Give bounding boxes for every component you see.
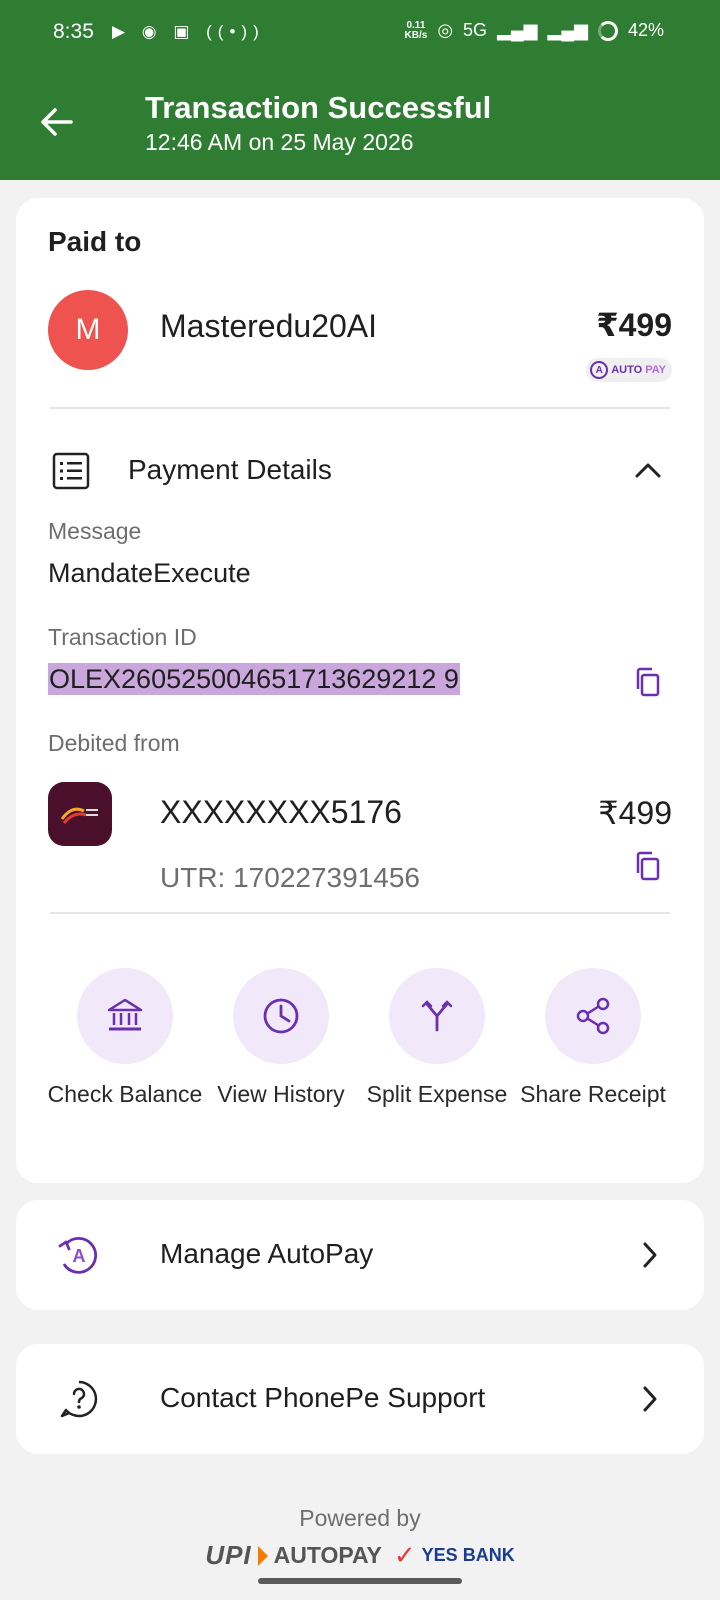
home-indicator[interactable] [258,1578,462,1584]
partner-logos: UPI AUTOPAY ✓ YES BANK [0,1540,720,1571]
message-label: Message [48,518,142,544]
autopay-badge: A AUTO PAY [586,358,672,382]
battery-icon [597,20,618,41]
bank-icon [107,998,143,1031]
signal-icon: ▂▄▆ [497,20,538,40]
check-balance-button[interactable]: Check Balance [47,968,203,1110]
debited-amount: ₹499 [598,795,672,831]
hotspot-icon: ◎ [437,20,454,40]
clock-icon [263,998,299,1034]
divider [50,407,670,409]
copy-icon [636,851,660,881]
share-icon [576,997,610,1035]
quick-actions: Check Balance View History Split Expense [16,968,704,1148]
help-chat-icon [56,1376,102,1422]
yes-bank-tick-icon: ✓ [393,1540,416,1570]
back-button[interactable] [34,100,78,144]
autopay-icon: A [590,361,609,379]
paid-to-heading: Paid to [48,226,142,257]
collapse-details-button[interactable] [626,448,670,492]
upi-arrow-icon [257,1545,268,1566]
autopay-logo: AUTOPAY [273,1542,382,1568]
contact-support-row[interactable]: Contact PhonePe Support [16,1344,704,1454]
chevron-right-icon [628,1233,672,1277]
yes-bank-logo: YES BANK [421,1545,515,1565]
split-icon [421,1000,453,1032]
top-header: 8:35 ▶ ◉ ▣ ((•)) 0.11 KB/s ◎ 5G ▂▄▆ ▂▄▆ … [0,0,720,180]
upi-logo: UPI [205,1540,252,1570]
share-receipt-button[interactable]: Share Receipt [515,968,671,1110]
receipt-list-icon [52,452,90,495]
avatar: M [48,290,128,370]
message-value: MandateExecute [48,558,251,588]
bank-logo [48,782,112,846]
status-bar: 8:35 ▶ ◉ ▣ ((•)) 0.11 KB/s ◎ 5G ▂▄▆ ▂▄▆ … [0,0,720,70]
chevron-up-icon [635,463,661,478]
debited-from-label: Debited from [48,730,180,756]
copy-utr-button[interactable] [625,844,669,888]
contact-support-label: Contact PhonePe Support [160,1382,486,1413]
net-speed: 0.11 KB/s [404,19,428,41]
transaction-datetime: 12:46 AM on 25 May 2026 [145,129,414,155]
arrow-left-icon [41,108,73,136]
transaction-id-value[interactable]: OLEX260525004651713629212 9 [48,663,460,695]
view-history-button[interactable]: View History [203,968,359,1110]
split-expense-button[interactable]: Split Expense [359,968,515,1110]
copy-transaction-id-button[interactable] [625,660,669,704]
page-title: Transaction Successful [145,90,492,125]
payment-details-title: Payment Details [128,454,332,485]
status-right: 0.11 KB/s ◎ 5G ▂▄▆ ▂▄▆ 42% [405,20,664,41]
account-number: XXXXXXXX5176 [160,794,402,830]
signal-icon-2: ▂▄▆ [547,20,588,40]
svg-text:A: A [73,1246,86,1266]
transaction-id-label: Transaction ID [48,624,197,650]
chevron-right-icon [628,1377,672,1421]
powered-by-text: Powered by [299,1505,421,1531]
manage-autopay-row[interactable]: A Manage AutoPay [16,1200,704,1310]
copy-icon [636,667,660,697]
network-type: 5G [463,20,488,40]
status-time: 8:35 [53,20,94,43]
battery-percent: 42% [627,20,664,40]
paid-amount: ₹499 [596,307,672,343]
utr-number: UTR: 170227391456 [160,862,420,893]
autopay-icon: A [56,1232,102,1278]
transaction-card: Paid to M Masteredu20AI ₹499 A AUTO PAY P… [16,198,704,1183]
manage-autopay-label: Manage AutoPay [160,1238,374,1269]
divider [50,912,670,914]
notification-icons: ▶ ◉ ▣ ((•)) [112,22,265,41]
payee-name: Masteredu20AI [160,308,378,344]
